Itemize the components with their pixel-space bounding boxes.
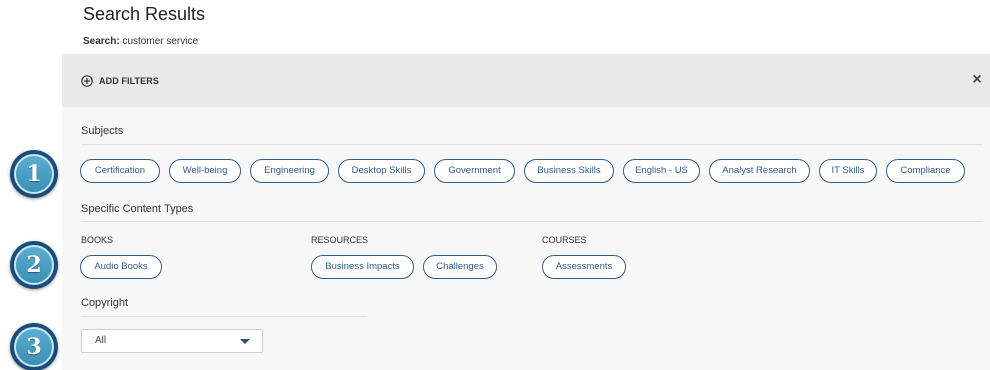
step-badge-number: 1 — [14, 154, 54, 194]
search-label: Search: — [83, 36, 120, 47]
filters-header: ADD FILTERS × — [62, 54, 990, 107]
step-badge-3: 3 — [10, 323, 58, 370]
copyright-select[interactable]: All — [81, 329, 263, 353]
subjects-title: Subjects — [81, 125, 124, 137]
books-group-label: BOOKS — [81, 235, 114, 245]
copyright-select-value: All — [95, 335, 107, 346]
subject-chip-english-us[interactable]: English - US — [623, 159, 700, 183]
add-filters-button[interactable]: ADD FILTERS — [81, 74, 159, 88]
copyright-title: Copyright — [81, 297, 129, 309]
content-types-title: Specific Content Types — [81, 203, 194, 215]
content-chip-business-impacts[interactable]: Business Impacts — [311, 255, 414, 279]
courses-group-label: COURSES — [542, 235, 587, 245]
caret-down-icon — [240, 339, 250, 344]
subject-chip-well-being[interactable]: Well-being — [169, 159, 241, 183]
step-badge-number: 3 — [14, 327, 54, 367]
filters-panel: ADD FILTERS × Subjects Certification Wel… — [62, 54, 990, 370]
resources-group-label: RESOURCES — [311, 235, 369, 245]
subject-chip-government[interactable]: Government — [434, 159, 515, 183]
step-badge-2: 2 — [10, 241, 58, 289]
add-filters-label: ADD FILTERS — [99, 76, 159, 86]
step-badge-number: 2 — [14, 245, 54, 285]
content-types-divider — [81, 221, 983, 222]
subjects-divider — [81, 144, 983, 145]
close-icon[interactable]: × — [970, 71, 984, 89]
subject-chip-desktop-skills[interactable]: Desktop Skills — [338, 159, 425, 183]
search-summary: Search: customer service — [83, 36, 198, 47]
subject-chip-engineering[interactable]: Engineering — [250, 159, 329, 183]
subject-chip-analyst-research[interactable]: Analyst Research — [709, 159, 810, 183]
search-query: customer service — [122, 36, 199, 47]
subject-chip-business-skills[interactable]: Business Skills — [524, 159, 614, 183]
content-chip-audio-books[interactable]: Audio Books — [80, 255, 162, 279]
plus-circle-icon — [81, 75, 93, 87]
copyright-divider — [81, 316, 367, 317]
page-title: Search Results — [83, 4, 206, 24]
subject-chip-compliance[interactable]: Compliance — [886, 159, 965, 183]
subject-chip-it-skills[interactable]: IT Skills — [819, 159, 877, 183]
step-badge-1: 1 — [10, 150, 58, 198]
content-chip-challenges[interactable]: Challenges — [423, 255, 497, 279]
content-chip-assessments[interactable]: Assessments — [542, 255, 626, 279]
subject-chip-certification[interactable]: Certification — [80, 159, 160, 183]
